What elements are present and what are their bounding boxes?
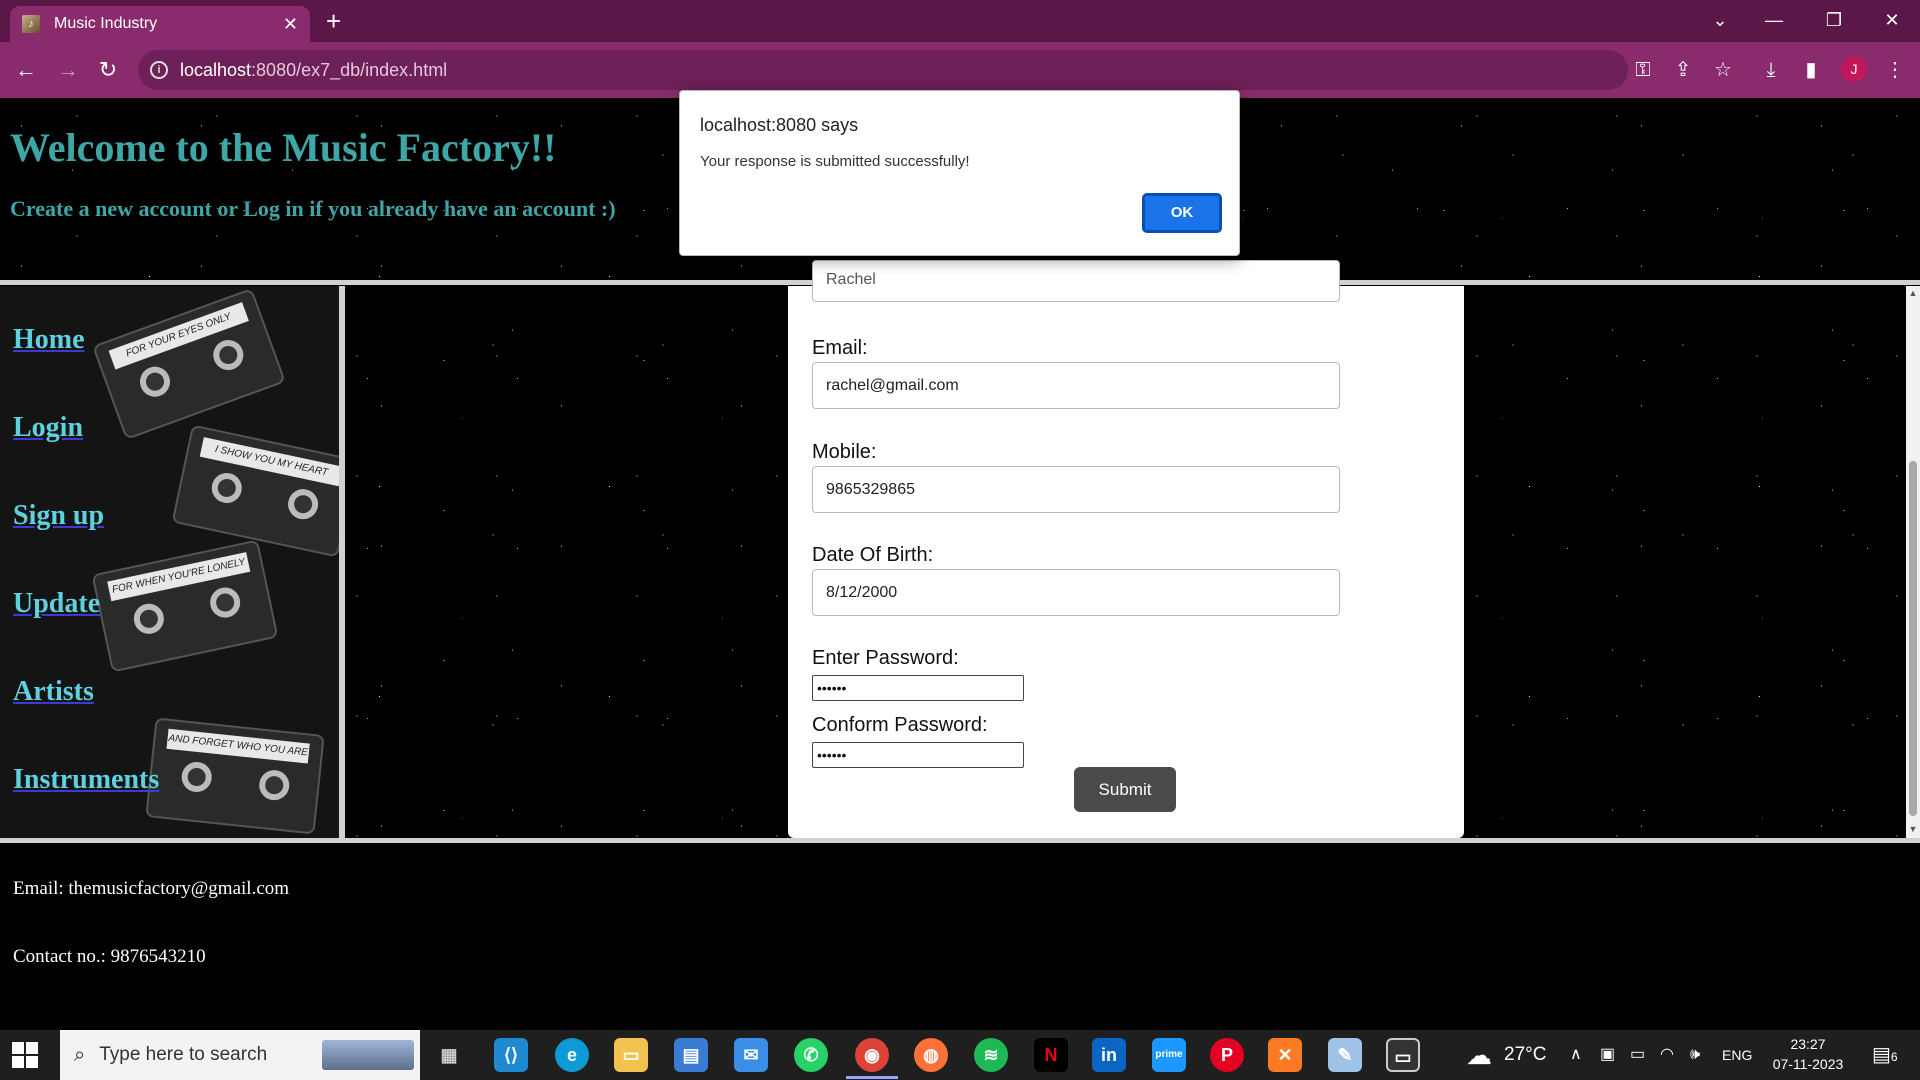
page-subtitle: Create a new account or Log in if you al… — [10, 196, 616, 221]
page-scrollbar[interactable]: ▲ ▼ — [1906, 286, 1920, 838]
paint-icon[interactable]: ✎ — [1328, 1038, 1362, 1072]
email-field[interactable]: rachel@gmail.com — [812, 362, 1340, 409]
dob-label: Date Of Birth: — [812, 544, 934, 566]
password-label: Enter Password: — [812, 647, 959, 669]
system-clock[interactable]: 23:27 07-11-2023 — [1766, 1034, 1850, 1074]
taskbar-search[interactable]: ⌕ Type here to search — [60, 1030, 420, 1080]
menu-kebab-icon[interactable]: ⋮ — [1880, 56, 1910, 84]
name-field[interactable]: Rachel — [812, 260, 1340, 302]
restore-button[interactable]: ❐ — [1814, 4, 1854, 36]
mail-icon[interactable]: ✉ — [734, 1038, 768, 1072]
search-placeholder: Type here to search — [99, 1044, 268, 1065]
site-footer: Email: themusicfactory@gmail.com Contact… — [0, 844, 1920, 1030]
side-panel-icon[interactable]: ▮ — [1796, 56, 1826, 84]
dialog-title: localhost:8080 says — [700, 115, 859, 135]
footer-divider — [0, 838, 1920, 843]
clock-date: 07-11-2023 — [1772, 1056, 1844, 1072]
mobile-field[interactable]: 9865329865 — [812, 466, 1340, 513]
prime-video-icon[interactable]: prime — [1152, 1038, 1186, 1072]
ok-button[interactable]: OK — [1142, 193, 1222, 233]
sidebar-nav: FOR YOUR EYES ONLY I SHOW YOU MY HEART F… — [0, 286, 345, 838]
site-info-icon[interactable]: i — [150, 61, 168, 79]
email-label: Email: — [812, 337, 868, 359]
nav-link-artists[interactable]: Artists — [13, 676, 94, 708]
tab-search-icon[interactable]: ⌄ — [1700, 4, 1740, 36]
browser-tab-strip: ♪ Music Industry ✕ + ⌄ — ❐ ✕ — [0, 0, 1920, 42]
chrome-icon[interactable]: ◉ — [855, 1038, 889, 1072]
scroll-up-icon[interactable]: ▲ — [1908, 288, 1918, 298]
clock-time: 23:27 — [1790, 1036, 1826, 1052]
firefox-icon[interactable]: ◍ — [914, 1038, 948, 1072]
mobile-label: Mobile: — [812, 441, 877, 463]
cassette-image: AND FORGET WHO YOU ARE — [145, 717, 325, 835]
xampp-icon[interactable]: ✕ — [1268, 1038, 1302, 1072]
edge-icon[interactable]: e — [555, 1038, 589, 1072]
terminal-icon[interactable]: ▭ — [1386, 1038, 1420, 1072]
alert-dialog: localhost:8080 says Your response is sub… — [679, 90, 1240, 256]
store-icon[interactable]: ▤ — [674, 1038, 708, 1072]
favicon-icon: ♪ — [22, 15, 40, 33]
dialog-message: Your response is submitted successfully! — [700, 153, 970, 170]
windows-start-icon[interactable] — [12, 1042, 38, 1068]
tab-title: Music Industry — [54, 15, 158, 32]
new-tab-button[interactable]: + — [326, 6, 341, 36]
password-field[interactable]: •••••• — [812, 675, 1024, 701]
confirm-password-field[interactable]: •••••• — [812, 742, 1024, 768]
nav-link-instruments[interactable]: Instruments — [13, 764, 159, 796]
search-icon: ⌕ — [74, 1043, 86, 1066]
cassette-image: FOR WHEN YOU'RE LONELY — [91, 539, 279, 673]
close-window-button[interactable]: ✕ — [1872, 4, 1912, 36]
pinterest-icon[interactable]: P — [1210, 1038, 1244, 1072]
battery-icon[interactable]: ▭ — [1630, 1030, 1645, 1080]
cassette-image: I SHOW YOU MY HEART — [171, 424, 339, 558]
scroll-thumb[interactable] — [1909, 461, 1917, 816]
minimize-button[interactable]: — — [1754, 4, 1794, 36]
footer-contact: Contact no.: 9876543210 — [13, 946, 206, 967]
cassette-image: FOR YOUR EYES ONLY — [92, 287, 286, 441]
language-indicator[interactable]: ENG — [1722, 1030, 1752, 1080]
nav-link-update[interactable]: Update — [13, 588, 100, 620]
signup-form: Rachel Email: rachel@gmail.com Mobile: 9… — [788, 260, 1464, 838]
spotify-icon[interactable]: ≋ — [974, 1038, 1008, 1072]
nav-link-home[interactable]: Home — [13, 324, 85, 356]
page-title: Welcome to the Music Factory!! — [10, 125, 557, 170]
nav-link-login[interactable]: Login — [13, 412, 83, 444]
linkedin-icon[interactable]: in — [1092, 1038, 1126, 1072]
scroll-down-icon[interactable]: ▼ — [1908, 824, 1918, 834]
download-icon[interactable]: ⤓ — [1756, 56, 1786, 84]
bookmark-star-icon[interactable]: ☆ — [1708, 56, 1738, 84]
submit-button[interactable]: Submit — [1074, 767, 1176, 812]
weather-temp[interactable]: 27°C — [1504, 1030, 1546, 1080]
footer-email: Email: themusicfactory@gmail.com — [13, 878, 290, 899]
share-icon[interactable]: ⇪ — [1668, 56, 1698, 84]
tray-chevron-icon[interactable]: ∧ — [1570, 1030, 1582, 1080]
notifications-icon[interactable]: ▤6 — [1872, 1042, 1898, 1067]
task-view-icon[interactable]: ▦ — [432, 1038, 466, 1072]
windows-taskbar: ⌕ Type here to search ▦ ⟨⟩ e ▭ ▤ ✉ ✆ ◉ ◍… — [0, 1030, 1920, 1080]
netflix-icon[interactable]: N — [1034, 1038, 1068, 1072]
forward-icon[interactable]: → — [52, 54, 84, 86]
volume-icon[interactable]: 🕪 — [1690, 1030, 1700, 1080]
confirm-password-label: Conform Password: — [812, 714, 988, 736]
notification-count: 6 — [1890, 1050, 1898, 1064]
profile-avatar[interactable]: J — [1841, 56, 1867, 82]
tab-music-industry[interactable]: ♪ Music Industry ✕ — [10, 6, 310, 42]
search-highlight-image — [322, 1040, 414, 1070]
wifi-icon[interactable]: ◠ — [1660, 1030, 1674, 1080]
whatsapp-icon[interactable]: ✆ — [794, 1038, 828, 1072]
url-text: localhost:8080/ex7_db/index.html — [180, 59, 448, 80]
back-icon[interactable]: ← — [10, 54, 42, 86]
tray-device-icon[interactable]: ▣ — [1600, 1030, 1615, 1080]
address-bar[interactable]: i localhost:8080/ex7_db/index.html — [138, 50, 1628, 90]
nav-link-sign-up[interactable]: Sign up — [13, 500, 104, 532]
vscode-icon[interactable]: ⟨⟩ — [494, 1038, 528, 1072]
active-app-indicator — [846, 1076, 898, 1079]
weather-icon[interactable]: ☁ — [1466, 1030, 1492, 1080]
close-tab-icon[interactable]: ✕ — [283, 14, 298, 35]
dob-field[interactable]: 8/12/2000 — [812, 569, 1340, 616]
file-explorer-icon[interactable]: ▭ — [614, 1038, 648, 1072]
reload-icon[interactable]: ↻ — [92, 54, 124, 86]
key-icon[interactable]: ⚿ — [1628, 56, 1658, 84]
